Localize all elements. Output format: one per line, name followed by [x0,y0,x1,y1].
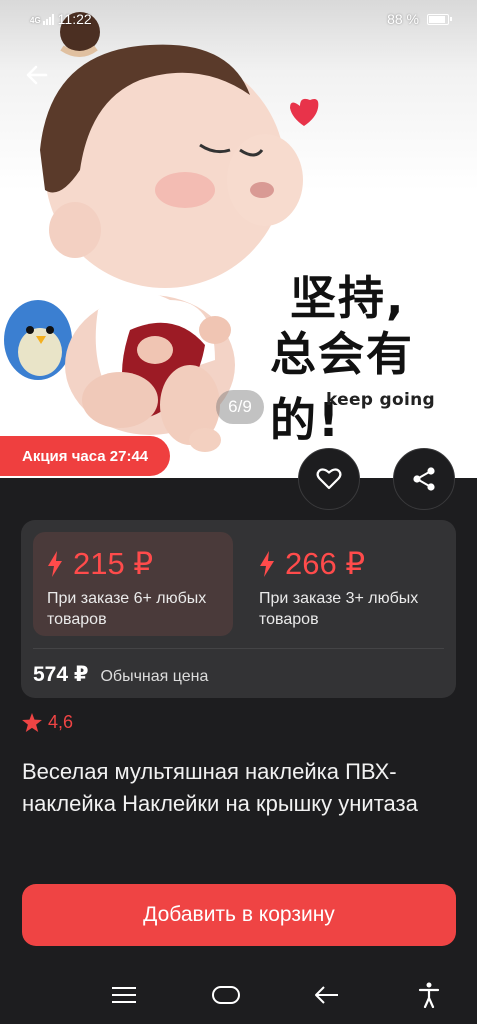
divider [33,648,444,649]
regular-price-label: Обычная цена [100,668,209,685]
system-nav-bar [0,966,477,1024]
tier-price: 215 ₽ [73,546,154,581]
home-icon [211,986,240,1004]
status-bar: 4G 11:22 88 % [0,0,477,38]
promo-timer-badge: Акция часа 27:44 [0,436,171,476]
price-card: 215 ₽ При заказе 6+ любых товаров 266 ₽ … [21,520,456,698]
tier-price-row: 266 ₽ [259,546,445,582]
accessibility-icon [418,982,440,1008]
network-type: 4G [30,15,41,25]
menu-icon [112,987,136,1003]
share-button[interactable] [393,448,455,510]
heart-icon [316,468,342,490]
lightning-icon [260,551,274,577]
clock: 11:22 [57,11,92,27]
lightning-icon [48,551,62,577]
battery-percent: 88 % [387,11,419,27]
battery-icon [427,13,452,25]
regular-price: 574 ₽ [33,663,89,686]
battery-level [429,15,445,23]
favorite-button[interactable] [298,448,360,510]
signal-indicator: 4G [30,13,54,25]
tier-note: При заказе 6+ любых товаров [47,590,207,628]
nav-home-button[interactable] [206,975,246,1015]
status-right: 88 % [387,11,452,27]
product-gallery[interactable]: 坚持, 总会有的! keep going 6/9 [0,0,477,478]
price-tier-3[interactable]: 266 ₽ При заказе 3+ любых товаров [245,532,445,636]
signal-icon [42,13,54,25]
status-left: 4G 11:22 [30,11,92,27]
image-caption-en: keep going [326,390,435,410]
nav-back-button[interactable] [307,975,347,1015]
price-tier-6[interactable]: 215 ₽ При заказе 6+ любых товаров [33,532,233,636]
tier-price-row: 215 ₽ [47,546,233,582]
image-caption-cn-2: 总会有的! [270,327,414,447]
nav-accessibility-button[interactable] [409,975,449,1015]
nav-menu-button[interactable] [104,975,144,1015]
tier-note: При заказе 3+ любых товаров [259,590,419,628]
add-to-cart-button[interactable]: Добавить в корзину [22,884,456,946]
share-icon [413,467,435,491]
back-icon [315,986,339,1004]
back-button[interactable] [20,58,54,92]
gallery-pager: 6/9 [216,390,264,424]
rating-value: 4,6 [48,712,74,732]
back-arrow-icon [26,65,48,85]
product-title: Веселая мультяшная наклейка ПВХ-наклейка… [22,759,418,816]
star-icon [22,713,42,732]
tier-price: 266 ₽ [285,546,366,581]
regular-price-row: 574 ₽ Обычная цена [33,662,208,687]
product-rating[interactable]: 4,6 [22,712,73,733]
